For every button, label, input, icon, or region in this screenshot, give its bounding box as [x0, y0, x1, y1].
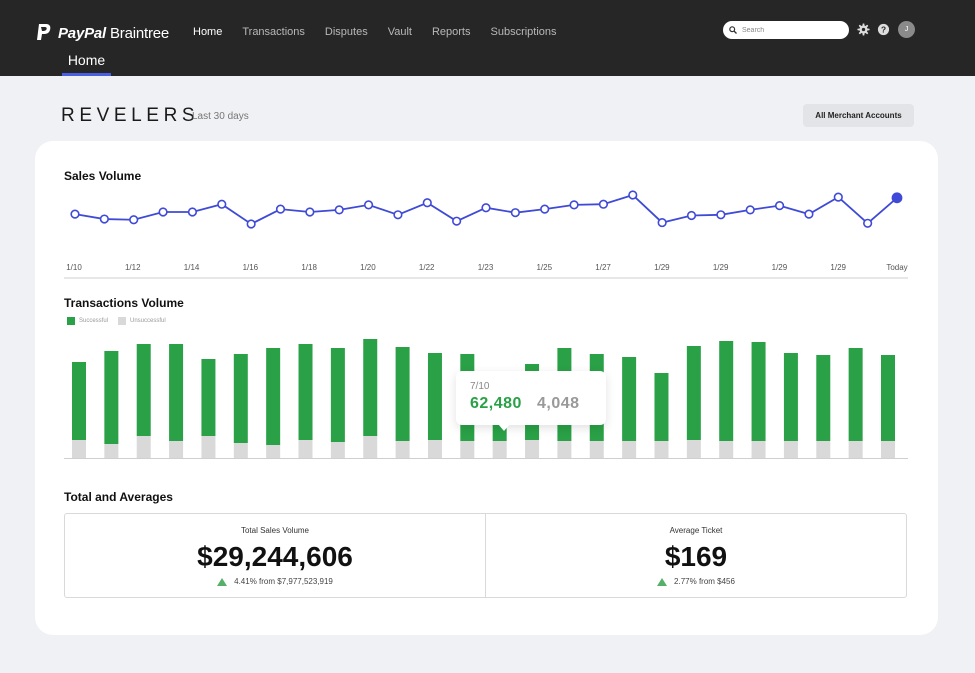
- bar-unsuccessful[interactable]: [492, 441, 507, 458]
- bar-successful[interactable]: [266, 348, 281, 445]
- total-sales-volume-label: Total Sales Volume: [240, 526, 310, 535]
- up-arrow-icon: [217, 577, 228, 586]
- bar-successful[interactable]: [719, 341, 734, 441]
- bar-successful[interactable]: [427, 353, 442, 440]
- bar-unsuccessful[interactable]: [751, 441, 766, 458]
- average-ticket-card: Average Ticket $169 2.77% from $456: [485, 514, 906, 597]
- bar-unsuccessful[interactable]: [395, 441, 410, 458]
- bar-unsuccessful[interactable]: [654, 441, 669, 458]
- bar-unsuccessful[interactable]: [330, 442, 345, 458]
- bar-successful[interactable]: [395, 347, 410, 441]
- bar-successful[interactable]: [298, 344, 313, 440]
- chart-tooltip: 7/10 62,480 4,048: [456, 371, 606, 431]
- bar-unsuccessful[interactable]: [427, 440, 442, 458]
- bar-unsuccessful[interactable]: [169, 441, 184, 458]
- up-arrow-icon: [657, 577, 668, 586]
- bar-unsuccessful[interactable]: [363, 436, 378, 458]
- average-ticket-change: 2.77% from $456: [486, 577, 906, 586]
- tooltip-successful-value: 62,480: [470, 395, 522, 412]
- bar-successful[interactable]: [654, 373, 669, 441]
- bar-successful[interactable]: [233, 354, 248, 443]
- bar-unsuccessful[interactable]: [686, 440, 701, 458]
- bar-successful[interactable]: [751, 342, 766, 441]
- average-ticket-value: $169: [664, 541, 728, 572]
- bar-successful[interactable]: [169, 344, 184, 441]
- bar-unsuccessful[interactable]: [104, 444, 119, 458]
- bar-successful[interactable]: [363, 339, 378, 436]
- bar-unsuccessful[interactable]: [525, 440, 540, 458]
- bar-successful[interactable]: [816, 355, 831, 441]
- total-sales-volume-change-text: 4.41% from $7,977,523,919: [234, 577, 333, 586]
- bar-unsuccessful[interactable]: [233, 443, 248, 458]
- bar-unsuccessful[interactable]: [136, 436, 151, 458]
- bar-unsuccessful[interactable]: [72, 440, 86, 458]
- totals-panel: Total Sales Volume $29,244,606 4.41% fro…: [64, 513, 907, 598]
- total-sales-volume-value: $29,244,606: [197, 541, 353, 572]
- bar-successful[interactable]: [201, 359, 216, 436]
- tooltip-date: 7/10: [470, 381, 490, 392]
- average-ticket-change-text: 2.77% from $456: [674, 577, 735, 586]
- bar-unsuccessful[interactable]: [719, 441, 734, 458]
- bar-unsuccessful[interactable]: [201, 436, 216, 458]
- bar-unsuccessful[interactable]: [589, 441, 604, 458]
- bar-unsuccessful[interactable]: [266, 445, 281, 458]
- bar-successful[interactable]: [72, 362, 86, 440]
- bar-successful[interactable]: [848, 348, 863, 441]
- bar-successful[interactable]: [104, 351, 119, 444]
- tooltip-unsuccessful-value: 4,048: [537, 395, 580, 412]
- total-sales-volume-card: Total Sales Volume $29,244,606 4.41% fro…: [65, 514, 485, 597]
- bar-successful[interactable]: [622, 357, 637, 441]
- bar-successful[interactable]: [136, 344, 151, 436]
- total-sales-volume-change: 4.41% from $7,977,523,919: [65, 577, 485, 586]
- bar-successful[interactable]: [783, 353, 798, 441]
- bar-unsuccessful[interactable]: [298, 440, 313, 458]
- bar-successful[interactable]: [881, 355, 895, 441]
- bar-unsuccessful[interactable]: [848, 441, 863, 458]
- bar-successful[interactable]: [330, 348, 345, 442]
- bar-unsuccessful[interactable]: [816, 441, 831, 458]
- bar-unsuccessful[interactable]: [460, 441, 475, 458]
- bar-unsuccessful[interactable]: [622, 441, 637, 458]
- average-ticket-label: Average Ticket: [669, 526, 723, 535]
- totals-title: Total and Averages: [64, 490, 173, 504]
- bar-successful[interactable]: [686, 346, 701, 440]
- bar-unsuccessful[interactable]: [881, 441, 895, 458]
- bar-unsuccessful[interactable]: [783, 441, 798, 458]
- bar-unsuccessful[interactable]: [557, 441, 572, 458]
